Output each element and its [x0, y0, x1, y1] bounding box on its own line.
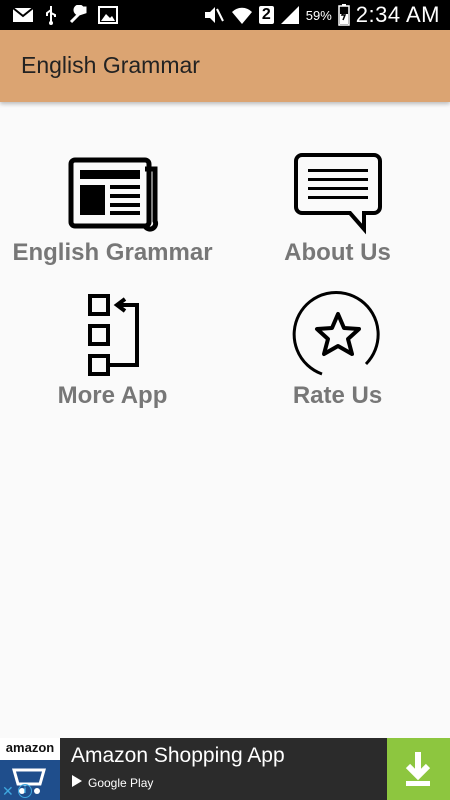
tile-label-more-app: More App: [57, 382, 168, 409]
download-icon: [405, 752, 431, 786]
tile-label-about-us: About Us: [284, 239, 391, 266]
app-title: English Grammar: [21, 52, 200, 78]
ad-store-badge: Google Play: [71, 774, 153, 791]
clock: 2:34 AM: [355, 2, 440, 27]
ad-close-icon[interactable]: ✕: [2, 784, 16, 798]
tile-about-us[interactable]: About Us: [225, 145, 450, 295]
tile-rate-us[interactable]: Rate Us: [225, 288, 450, 438]
ad-store-label: Google Play: [88, 775, 154, 790]
status-bar: 2 59% 2:34 AM: [0, 0, 450, 30]
battery-icon: [338, 4, 350, 26]
ad-banner[interactable]: amazon ✕ i Amazon Shopping App Google Pl…: [0, 738, 450, 800]
usb-icon: [44, 5, 58, 25]
signal-icon: [280, 5, 300, 25]
wrench-icon: [68, 5, 88, 25]
tile-label-rate-us: Rate Us: [292, 382, 383, 409]
amazon-wordmark: amazon: [0, 738, 60, 760]
tile-more-app[interactable]: More App: [0, 288, 225, 438]
newspaper-icon: [67, 147, 159, 239]
status-bar-system: 2 59% 2:34 AM: [203, 2, 440, 28]
mail-icon: [12, 7, 34, 23]
sim-badge: 2: [258, 6, 274, 24]
ad-title: Amazon Shopping App: [71, 744, 285, 767]
battery-percent: 59%: [305, 7, 332, 23]
speech-bubble-icon: [292, 147, 384, 239]
tile-english-grammar[interactable]: English Grammar: [0, 145, 225, 295]
wifi-icon: [231, 5, 253, 25]
mute-icon: [203, 5, 225, 25]
ad-download-button[interactable]: [387, 738, 450, 800]
image-icon: [98, 6, 118, 24]
app-bar: English Grammar: [0, 30, 450, 102]
more-apps-icon: [67, 290, 159, 382]
amazon-logo: amazon ✕ i: [0, 738, 60, 800]
tile-label-english-grammar: English Grammar: [12, 239, 213, 266]
play-store-icon: [71, 774, 83, 791]
status-bar-notifications: [12, 5, 118, 25]
star-circle-icon: [292, 290, 384, 382]
ad-info-icon[interactable]: i: [18, 784, 32, 798]
